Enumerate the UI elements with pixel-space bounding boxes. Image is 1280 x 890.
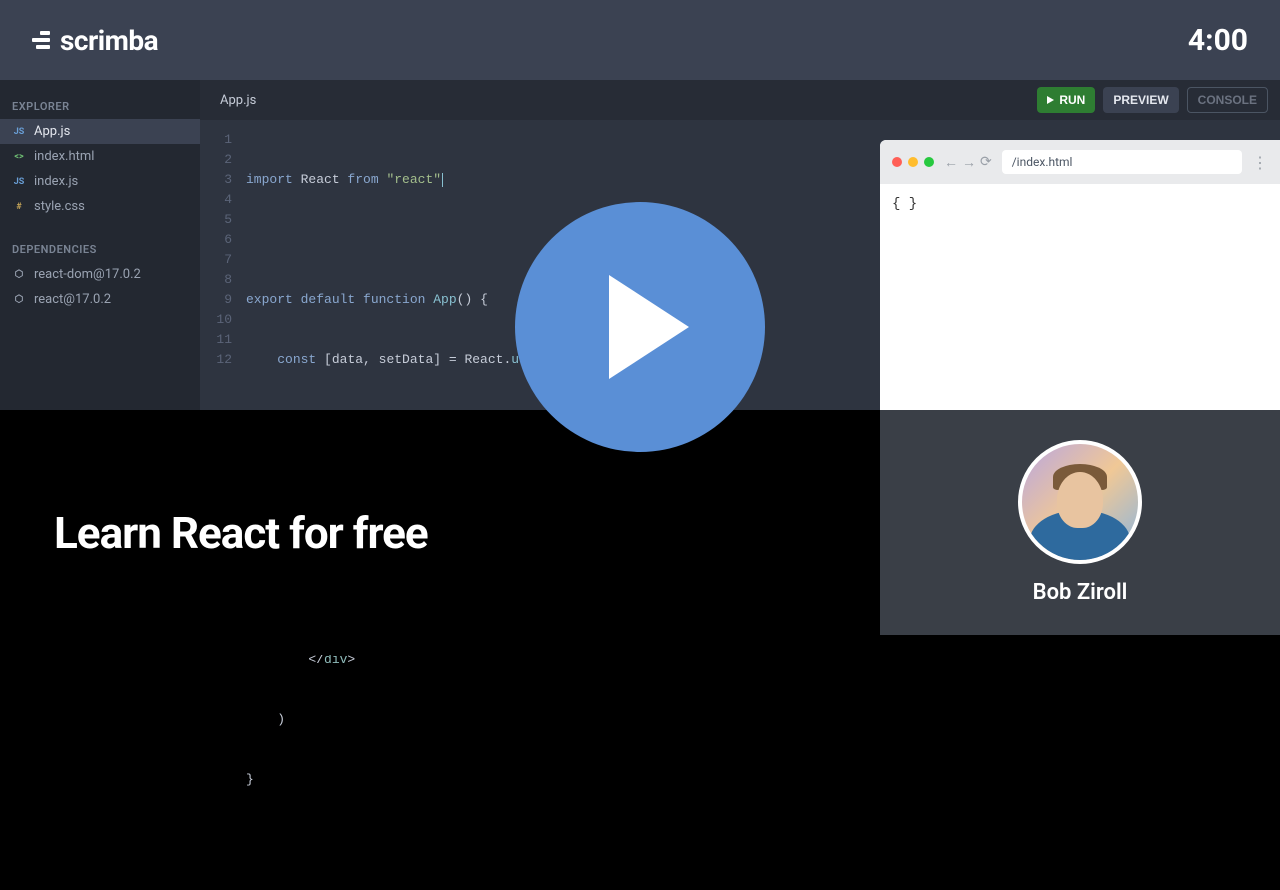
author-avatar[interactable] [1018,440,1142,564]
file-label: index.html [34,149,94,164]
package-icon: ⬡ [12,269,26,280]
url-bar[interactable]: /index.html [1002,150,1242,174]
minimize-dot-icon [908,157,918,167]
play-icon [1047,96,1054,104]
console-button[interactable]: CONSOLE [1187,87,1268,113]
reload-icon[interactable]: ⟳ [980,154,992,171]
play-icon [609,275,689,379]
file-item-index-js[interactable]: JS index.js [0,169,200,194]
console-label: CONSOLE [1198,93,1257,107]
author-panel: Bob Ziroll [880,410,1280,635]
package-icon: ⬡ [12,294,26,305]
dep-label: react@17.0.2 [34,292,111,307]
run-label: RUN [1059,93,1085,107]
maximize-dot-icon [924,157,934,167]
explorer-heading: EXPLORER [0,94,200,119]
js-icon: JS [12,127,26,137]
play-button[interactable] [515,202,765,452]
file-label: App.js [34,124,70,139]
css-icon: # [12,202,26,212]
file-label: index.js [34,174,78,189]
run-button[interactable]: RUN [1037,87,1095,113]
author-name: Bob Ziroll [1033,580,1128,605]
html-icon: <> [12,152,26,162]
preview-label: PREVIEW [1113,93,1168,107]
nav-back-icon[interactable]: ← [944,154,958,171]
file-item-app-js[interactable]: JS App.js [0,119,200,144]
dep-label: react-dom@17.0.2 [34,267,141,282]
close-dot-icon [892,157,902,167]
preview-button[interactable]: PREVIEW [1103,87,1178,113]
js-icon: JS [12,177,26,187]
brand-text: scrimba [60,24,158,57]
editor-tab[interactable]: App.js [200,80,276,120]
dependencies-heading: DEPENDENCIES [0,237,200,262]
preview-output: { } [880,184,1280,410]
course-title-section: Learn React for free [0,410,880,655]
preview-browser: ← → ⟳ /index.html ⋮ { } [880,140,1280,410]
course-title: Learn React for free [54,507,428,559]
file-label: style.css [34,199,85,214]
dep-item-react[interactable]: ⬡ react@17.0.2 [0,287,200,312]
file-item-style-css[interactable]: # style.css [0,194,200,219]
dep-item-react-dom[interactable]: ⬡ react-dom@17.0.2 [0,262,200,287]
scrimba-icon [32,31,50,49]
kebab-menu-icon[interactable]: ⋮ [1252,153,1268,172]
nav-forward-icon[interactable]: → [962,154,976,171]
brand-logo[interactable]: scrimba [32,24,158,57]
window-controls[interactable] [892,157,934,167]
url-text: /index.html [1012,155,1073,169]
video-timer: 4:00 [1188,23,1248,58]
file-item-index-html[interactable]: <> index.html [0,144,200,169]
file-sidebar: EXPLORER JS App.js <> index.html JS inde… [0,80,200,410]
